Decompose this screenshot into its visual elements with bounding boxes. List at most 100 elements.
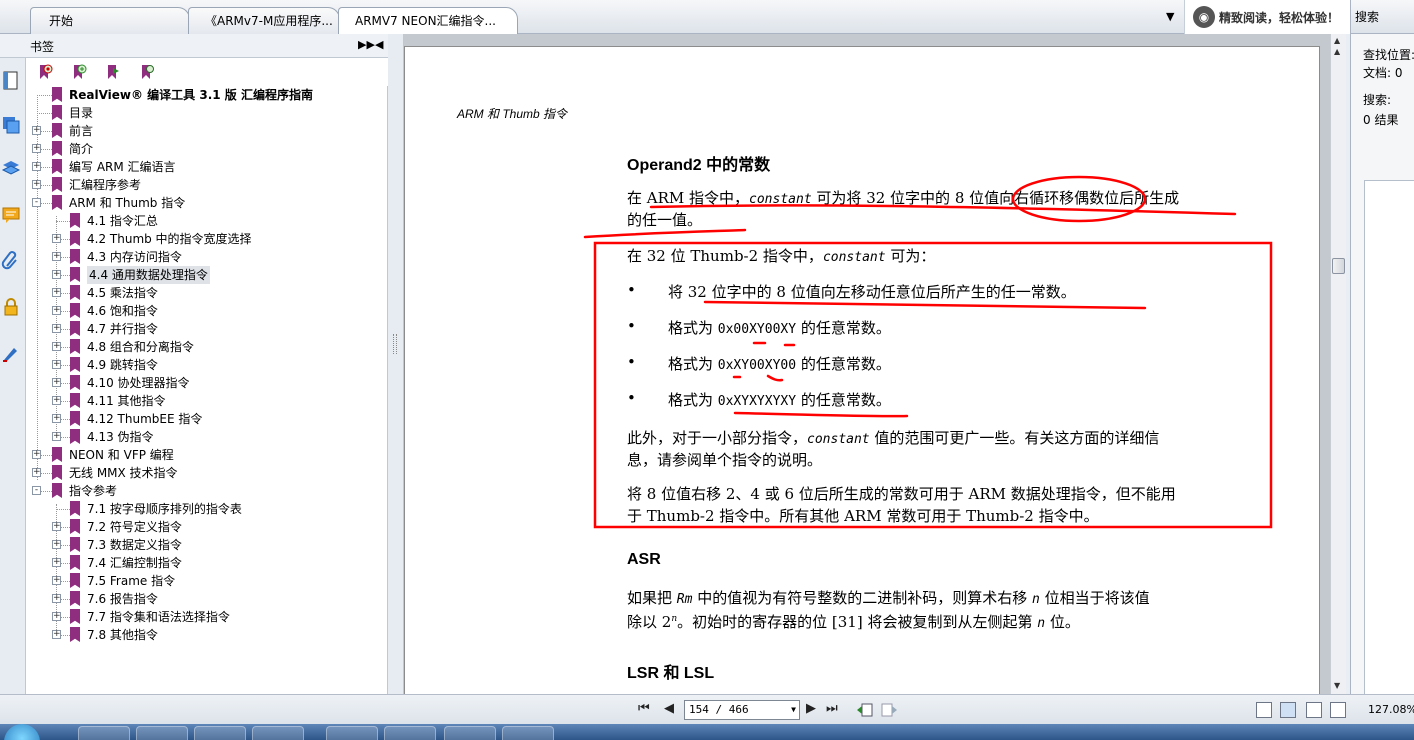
vertical-scrollbar[interactable]: ▲ ▲ ▼ bbox=[1330, 34, 1346, 694]
bookmark-item[interactable]: +4.8 组合和分离指令 bbox=[26, 338, 386, 356]
bookmark-item[interactable]: - ARM 和 Thumb 指令 bbox=[26, 194, 386, 212]
bookmark-item[interactable]: +7.4 汇编控制指令 bbox=[26, 554, 386, 572]
collapse-icon[interactable]: - bbox=[32, 198, 41, 207]
collapse-icon[interactable]: - bbox=[32, 486, 41, 495]
pages-icon[interactable] bbox=[0, 70, 22, 92]
reading-mode-promo[interactable]: ◉ 精致阅读，轻松体验！ bbox=[1184, 0, 1350, 34]
tab-start[interactable]: 开始 bbox=[30, 7, 190, 34]
bookmark-item[interactable]: +4.2 Thumb 中的指令宽度选择 bbox=[26, 230, 386, 248]
single-page-view-icon[interactable] bbox=[1256, 702, 1272, 718]
tab-armv7-neon[interactable]: ARMV7 NEON汇编指令... bbox=[338, 7, 518, 35]
bookmark-item[interactable]: +7.6 报告指令 bbox=[26, 590, 386, 608]
facing-pages-view-icon[interactable] bbox=[1306, 702, 1322, 718]
lock-icon[interactable] bbox=[0, 296, 22, 318]
tab-list-dropdown-icon[interactable]: ▼ bbox=[1166, 10, 1174, 23]
expand-icon[interactable]: + bbox=[52, 324, 61, 333]
bookmark-item[interactable]: +7.7 指令集和语法选择指令 bbox=[26, 608, 386, 626]
bookmark-item[interactable]: +7.2 符号定义指令 bbox=[26, 518, 386, 536]
expand-icon[interactable]: + bbox=[52, 630, 61, 639]
bookmark-item[interactable]: + 前言 bbox=[26, 122, 386, 140]
scroll-up-icon[interactable]: ▲ bbox=[1334, 47, 1340, 56]
expand-icon[interactable]: + bbox=[52, 612, 61, 621]
expand-icon[interactable]: + bbox=[32, 126, 41, 135]
expand-icon[interactable]: + bbox=[52, 432, 61, 441]
expand-icon[interactable]: + bbox=[52, 576, 61, 585]
expand-icon[interactable]: + bbox=[52, 270, 61, 279]
expand-icon[interactable]: + bbox=[52, 288, 61, 297]
taskbar-app-folder[interactable] bbox=[252, 726, 304, 740]
bookmark-item[interactable]: +7.8 其他指令 bbox=[26, 626, 386, 644]
document-view[interactable]: ARM 和 Thumb 指令 Operand2 中的常数 在 ARM 指令中，c… bbox=[404, 34, 1330, 694]
taskbar-app-explorer[interactable] bbox=[136, 726, 188, 740]
expand-icon[interactable]: + bbox=[52, 360, 61, 369]
bookmark-item[interactable]: +4.3 内存访问指令 bbox=[26, 248, 386, 266]
expand-icon[interactable]: + bbox=[52, 414, 61, 423]
expand-icon[interactable]: + bbox=[32, 144, 41, 153]
bookmark-item[interactable]: +7.3 数据定义指令 bbox=[26, 536, 386, 554]
bookmark-item[interactable]: +4.11 其他指令 bbox=[26, 392, 386, 410]
taskbar-app-5[interactable] bbox=[502, 726, 554, 740]
next-page-icon[interactable]: ▶ bbox=[806, 701, 816, 716]
signature-icon[interactable] bbox=[0, 342, 22, 364]
tab-armv7m-guide[interactable]: 《ARMv7-M应用程序... bbox=[188, 7, 340, 34]
bookmark-item[interactable]: +4.9 跳转指令 bbox=[26, 356, 386, 374]
scroll-up-icon[interactable]: ▲ bbox=[1334, 36, 1340, 45]
splitter-grip[interactable] bbox=[393, 334, 397, 354]
scrollbar-thumb[interactable] bbox=[1332, 258, 1345, 274]
previous-page-icon[interactable]: ◀ bbox=[664, 701, 674, 716]
zoom-level[interactable]: 127.08% bbox=[1368, 703, 1414, 716]
start-button[interactable] bbox=[4, 724, 40, 740]
add-bookmark-icon[interactable] bbox=[37, 64, 53, 80]
new-child-bookmark-icon[interactable] bbox=[71, 64, 87, 80]
continuous-facing-view-icon[interactable] bbox=[1330, 702, 1346, 718]
expand-icon[interactable]: + bbox=[52, 306, 61, 315]
bookmark-item[interactable]: +4.13 伪指令 bbox=[26, 428, 386, 446]
panel-splitter[interactable] bbox=[388, 34, 404, 702]
expand-icon[interactable]: + bbox=[32, 162, 41, 171]
expand-icon[interactable]: + bbox=[52, 342, 61, 351]
bookmark-item[interactable]: +4.7 并行指令 bbox=[26, 320, 386, 338]
bookmark-item[interactable]: +4.12 ThumbEE 指令 bbox=[26, 410, 386, 428]
bookmark-item[interactable]: +4.10 协处理器指令 bbox=[26, 374, 386, 392]
expand-icon[interactable]: + bbox=[52, 558, 61, 567]
bookmark-item[interactable]: + 无线 MMX 技术指令 bbox=[26, 464, 386, 482]
bookmark-item[interactable]: + NEON 和 VFP 编程 bbox=[26, 446, 386, 464]
expand-icon[interactable]: + bbox=[32, 468, 41, 477]
expand-panel-icon[interactable]: ▶▶ bbox=[358, 38, 375, 51]
bookmark-item[interactable]: + 汇编程序参考 bbox=[26, 176, 386, 194]
page-number-selector[interactable]: 154 / 466 ▼ bbox=[684, 700, 800, 720]
bookmark-item[interactable]: + 简介 bbox=[26, 140, 386, 158]
taskbar-app-3[interactable] bbox=[384, 726, 436, 740]
bookmark-item[interactable]: +4.5 乘法指令 bbox=[26, 284, 386, 302]
previous-view-icon[interactable] bbox=[856, 701, 874, 719]
bookmark-item[interactable]: 目录 bbox=[26, 104, 386, 122]
search-results-list[interactable] bbox=[1364, 180, 1414, 695]
scroll-down-icon[interactable]: ▼ bbox=[1334, 681, 1340, 690]
taskbar-app-2[interactable] bbox=[326, 726, 378, 740]
goto-bookmark-icon[interactable] bbox=[105, 64, 121, 80]
bookmark-item[interactable]: + 编写 ARM 汇编语言 bbox=[26, 158, 386, 176]
layers-icon[interactable] bbox=[0, 114, 22, 136]
last-page-icon[interactable]: ⏭ bbox=[826, 701, 838, 716]
expand-icon[interactable]: + bbox=[32, 180, 41, 189]
bookmark-item[interactable]: +4.4 通用数据处理指令 bbox=[26, 266, 386, 284]
expand-icon[interactable]: + bbox=[52, 252, 61, 261]
comments-icon[interactable] bbox=[0, 204, 22, 226]
bookmark-item[interactable]: +4.6 饱和指令 bbox=[26, 302, 386, 320]
stack-icon[interactable] bbox=[0, 158, 22, 180]
collapse-panel-icon[interactable]: ◀ bbox=[375, 38, 383, 51]
taskbar-app-4[interactable] bbox=[444, 726, 496, 740]
expand-icon[interactable]: + bbox=[52, 540, 61, 549]
continuous-page-view-icon[interactable] bbox=[1280, 702, 1296, 718]
expand-icon[interactable]: + bbox=[52, 396, 61, 405]
bookmark-item[interactable]: 4.1 指令汇总 bbox=[26, 212, 386, 230]
expand-icon[interactable]: + bbox=[52, 594, 61, 603]
bookmark-item[interactable]: 7.1 按字母顺序排列的指令表 bbox=[26, 500, 386, 518]
taskbar-app-browser[interactable] bbox=[78, 726, 130, 740]
bookmark-item[interactable]: +7.5 Frame 指令 bbox=[26, 572, 386, 590]
next-view-icon[interactable] bbox=[880, 701, 898, 719]
find-bookmark-icon[interactable] bbox=[139, 64, 155, 80]
taskbar-app-1[interactable] bbox=[194, 726, 246, 740]
expand-icon[interactable]: + bbox=[52, 378, 61, 387]
expand-icon[interactable]: + bbox=[52, 522, 61, 531]
